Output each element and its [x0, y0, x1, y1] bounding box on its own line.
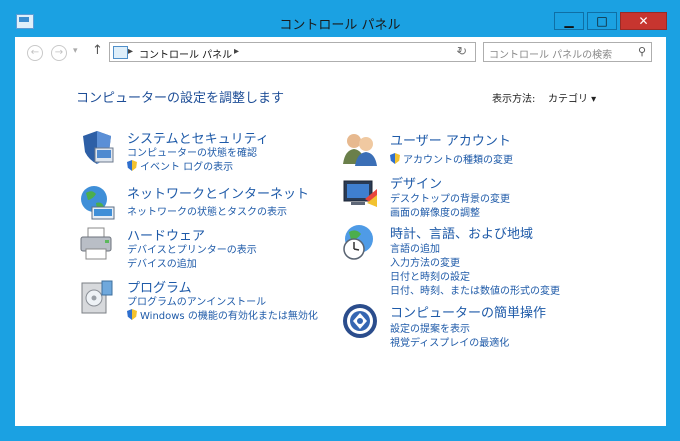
- link-optimize-visual-display[interactable]: 視覚ディスプレイの最適化: [390, 334, 509, 349]
- link-change-desktop-background[interactable]: デスクトップの背景の変更: [390, 190, 510, 205]
- up-button[interactable]: ↑: [92, 43, 103, 58]
- category-title-user-accounts[interactable]: ユーザー アカウント: [390, 130, 511, 149]
- link-add-device[interactable]: デバイスの追加: [127, 255, 197, 270]
- link-view-event-logs[interactable]: イベント ログの表示: [127, 158, 233, 173]
- search-box[interactable]: コントロール パネルの検索 ⚲: [483, 42, 652, 62]
- breadcrumb-control-panel[interactable]: コントロール パネル: [139, 46, 232, 61]
- breadcrumb-separator-icon[interactable]: ▸: [128, 46, 133, 57]
- link-let-windows-suggest[interactable]: 設定の提案を表示: [390, 320, 470, 335]
- category-user-accounts: ユーザー アカウント アカウントの種類の変更: [341, 130, 601, 170]
- view-by-dropdown[interactable]: カテゴリ ▾: [548, 90, 596, 105]
- link-add-language[interactable]: 言語の追加: [390, 240, 440, 255]
- link-set-date-time[interactable]: 日付と時刻の設定: [390, 268, 470, 283]
- breadcrumb-separator-icon[interactable]: ▸: [234, 46, 239, 57]
- category-hardware: ハードウェア デバイスとプリンターの表示 デバイスの追加: [78, 225, 328, 270]
- admin-shield-icon: [127, 160, 137, 171]
- security-shield-icon: [83, 131, 114, 164]
- clock-globe-icon: [343, 225, 373, 260]
- category-title-network-internet[interactable]: ネットワークとインターネット: [127, 183, 309, 202]
- search-icon[interactable]: ⚲: [638, 45, 646, 58]
- link-view-devices-printers[interactable]: デバイスとプリンターの表示: [127, 241, 257, 256]
- network-globe-icon: [81, 186, 115, 220]
- link-change-account-type-label: アカウントの種類の変更: [403, 155, 513, 166]
- appearance-monitor-icon: [343, 180, 377, 207]
- link-windows-features[interactable]: Windows の機能の有効化または無効化: [127, 307, 318, 322]
- admin-shield-icon: [127, 309, 137, 320]
- navigation-bar: ← → ▾ ↑ ▸ コントロール パネル ▸ ⌄ ↻ コントロール パネルの検索…: [15, 37, 666, 67]
- view-by-label: 表示方法:: [492, 94, 536, 105]
- link-check-computer-status[interactable]: コンピューターの状態を確認: [127, 144, 257, 159]
- programs-icon: [81, 280, 113, 314]
- link-view-network-status[interactable]: ネットワークの状態とタスクの表示: [127, 203, 287, 218]
- address-bar[interactable]: ▸ コントロール パネル ▸ ⌄: [109, 42, 476, 62]
- close-button[interactable]: ✕: [620, 12, 667, 30]
- link-change-account-type[interactable]: アカウントの種類の変更: [390, 151, 513, 166]
- link-view-event-logs-label: イベント ログの表示: [140, 162, 234, 173]
- maximize-button[interactable]: □: [587, 12, 617, 30]
- back-button[interactable]: ←: [27, 45, 43, 61]
- link-adjust-resolution[interactable]: 画面の解像度の調整: [390, 204, 480, 219]
- category-programs: プログラム プログラムのアンインストール Windows の機能の有効化または無…: [78, 277, 328, 322]
- page-title: コンピューターの設定を調整します: [76, 91, 285, 106]
- category-system-security: システムとセキュリティ コンピューターの状態を確認 イベント ログの表示: [78, 128, 328, 173]
- ease-of-access-icon: [343, 304, 377, 338]
- printer-icon: [80, 227, 112, 260]
- link-change-formats[interactable]: 日付、時刻、または数値の形式の変更: [390, 282, 560, 297]
- refresh-icon[interactable]: ↻: [457, 44, 467, 58]
- title-bar[interactable]: コントロール パネル ▁ □ ✕: [0, 0, 680, 34]
- category-network-internet: ネットワークとインターネット ネットワークの状態とタスクの表示: [78, 183, 328, 228]
- control-panel-window: コントロール パネル ▁ □ ✕ ← → ▾ ↑ ▸ コントロール パネル ▸ …: [0, 0, 680, 441]
- search-placeholder: コントロール パネルの検索: [489, 50, 613, 61]
- control-panel-icon: [113, 46, 128, 59]
- category-clock-language-region: 時計、言語、および地域 言語の追加 入力方法の変更 日付と時刻の設定 日付、時刻…: [341, 223, 601, 298]
- link-change-input-methods[interactable]: 入力方法の変更: [390, 254, 460, 269]
- category-appearance: デザイン デスクトップの背景の変更 画面の解像度の調整: [341, 173, 601, 219]
- forward-button[interactable]: →: [51, 45, 67, 61]
- category-ease-of-access: コンピューターの簡単操作 設定の提案を表示 視覚ディスプレイの最適化: [341, 302, 601, 349]
- client-area: ← → ▾ ↑ ▸ コントロール パネル ▸ ⌄ ↻ コントロール パネルの検索…: [15, 37, 666, 426]
- minimize-button[interactable]: ▁: [554, 12, 584, 30]
- users-icon: [343, 134, 377, 166]
- link-uninstall-program[interactable]: プログラムのアンインストール: [127, 293, 266, 308]
- window-controls: ▁ □ ✕: [554, 12, 667, 30]
- recent-locations-icon[interactable]: ▾: [73, 46, 78, 56]
- admin-shield-icon: [390, 153, 400, 164]
- link-windows-features-label: Windows の機能の有効化または無効化: [140, 311, 318, 322]
- category-title-ease-of-access[interactable]: コンピューターの簡単操作: [390, 302, 546, 321]
